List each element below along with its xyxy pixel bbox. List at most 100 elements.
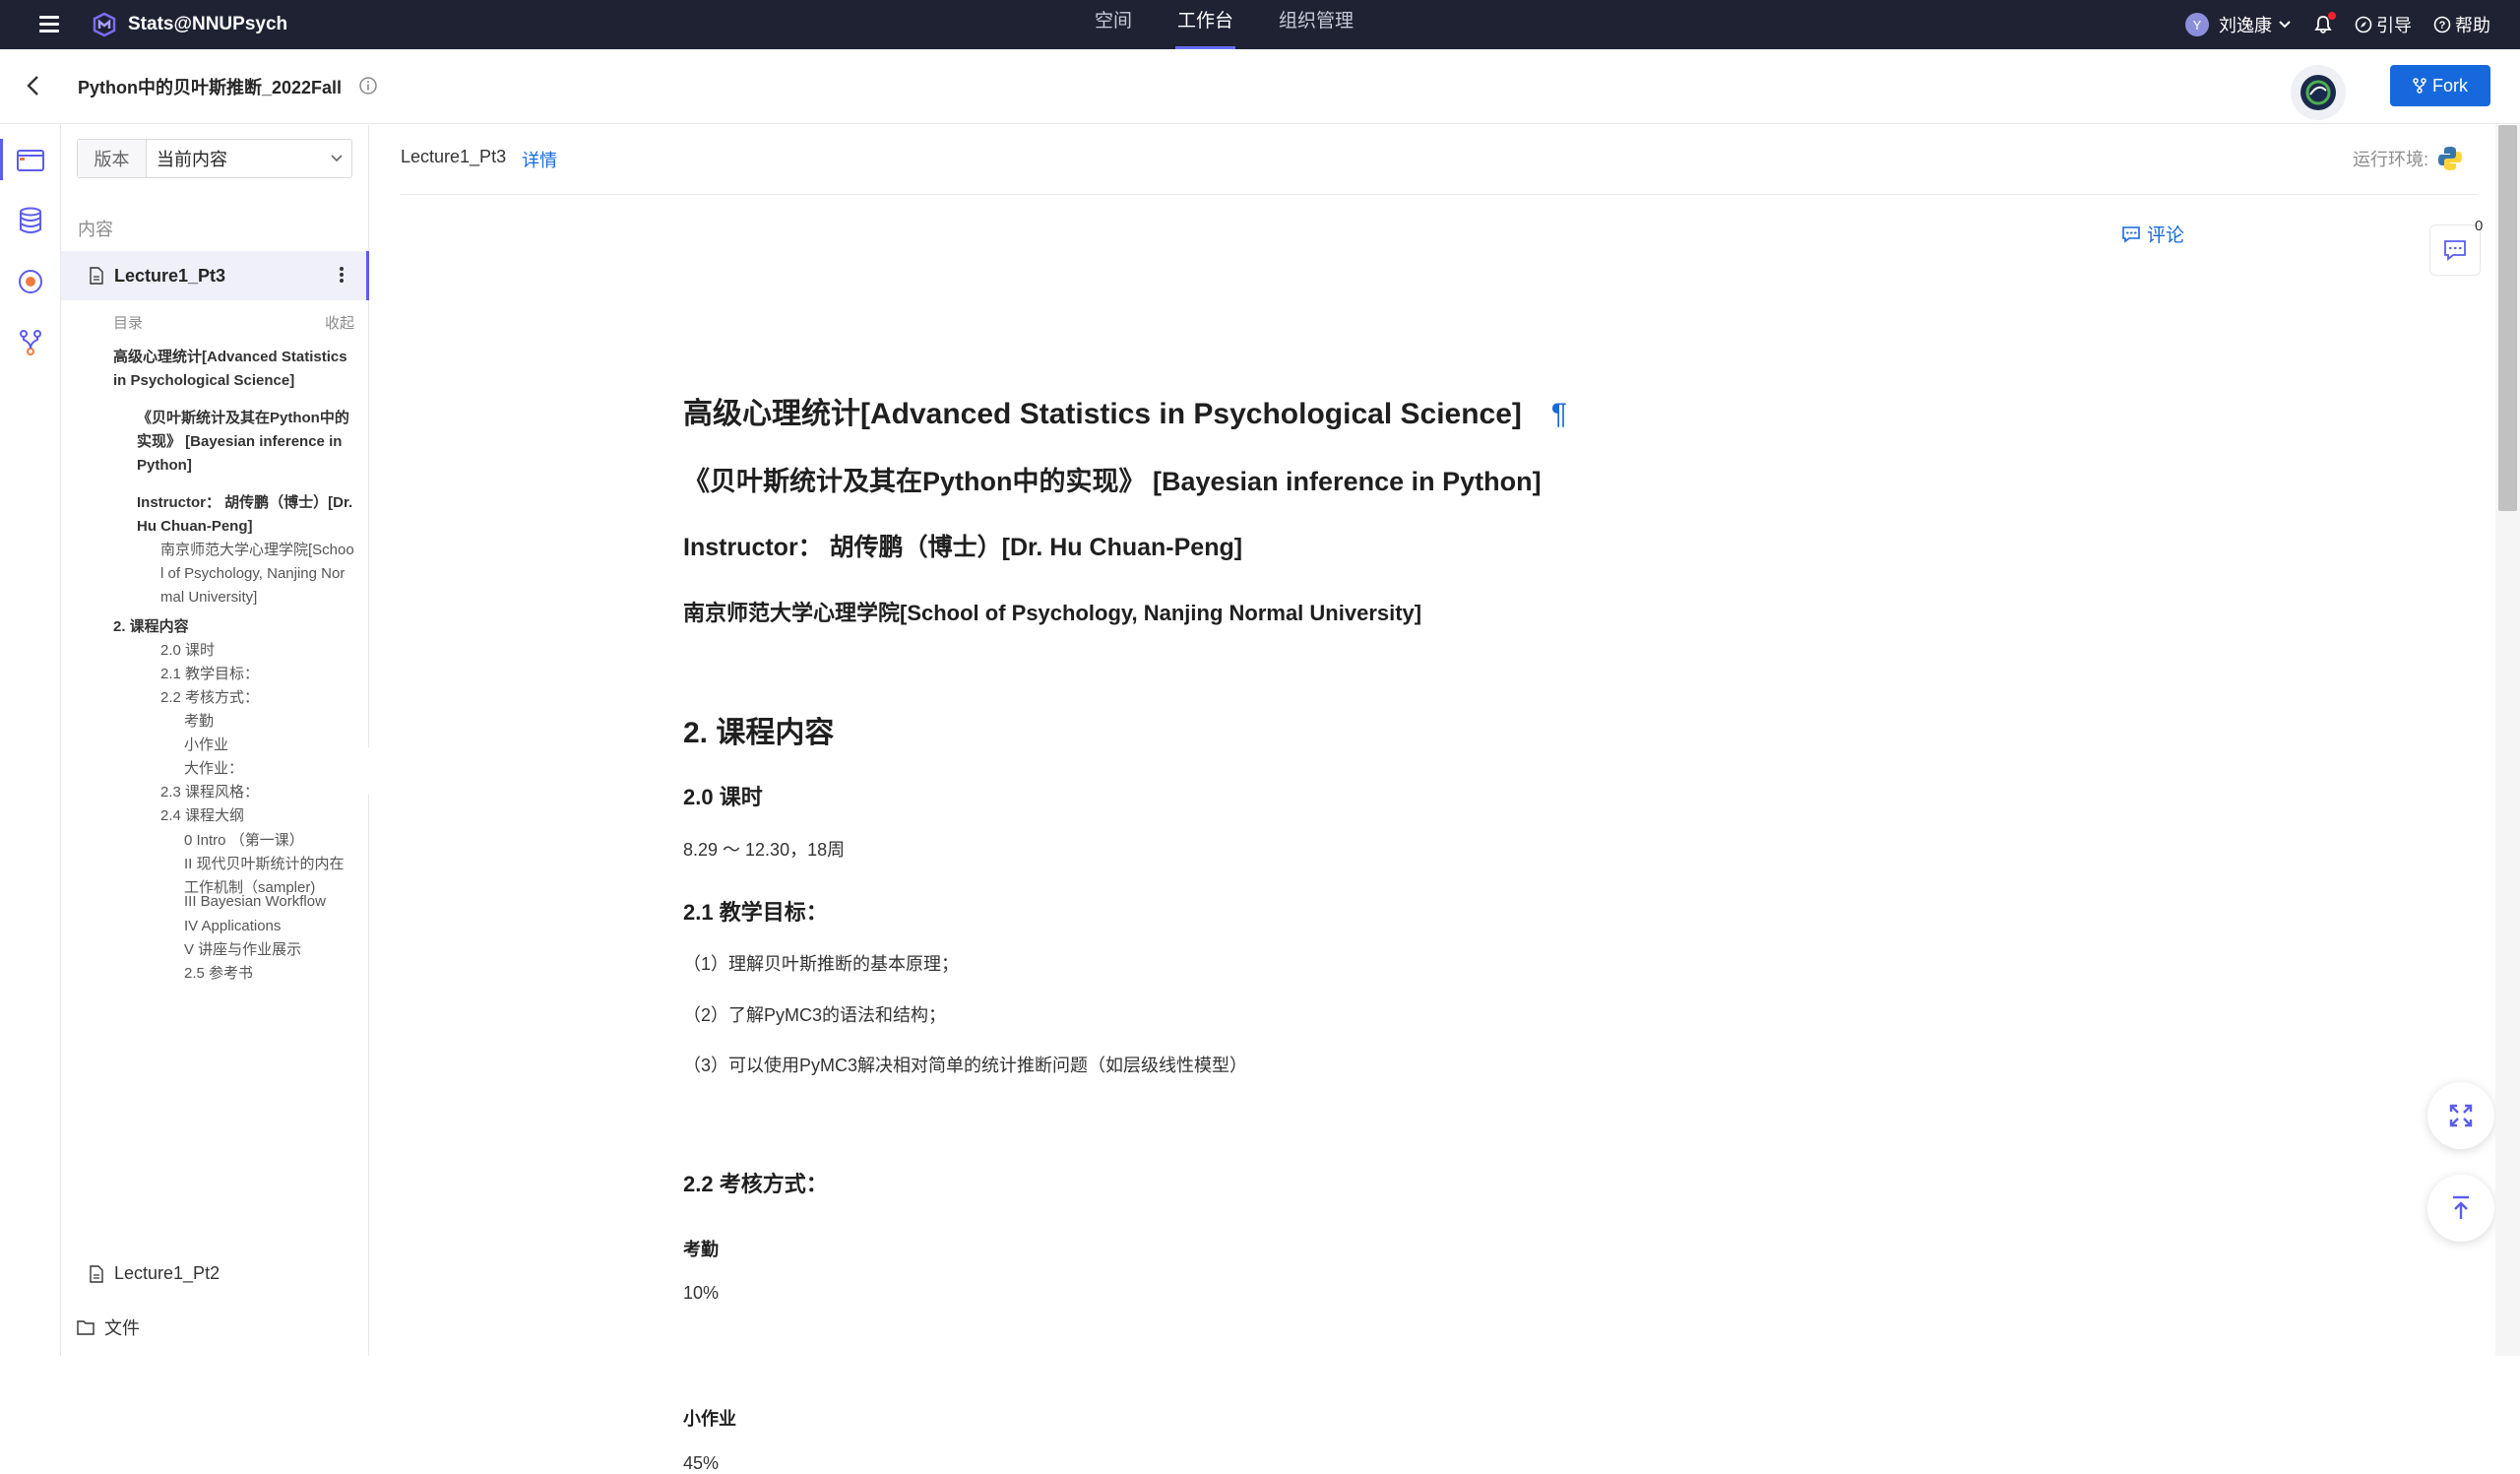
user-menu[interactable]: Y 刘逸康: [2185, 12, 2292, 37]
toc-item[interactable]: 2.1 教学目标：: [160, 663, 355, 686]
guide-label: 引导: [2376, 16, 2412, 35]
hamburger-menu-icon[interactable]: [39, 16, 63, 33]
toc-item[interactable]: 高级心理统计[Advanced Statistics in Psychologi…: [113, 346, 354, 393]
rail-versions[interactable]: [0, 312, 61, 373]
notebook-main: Lecture1_Pt3 详情 运行环境: 评论 高级心理统计[Advanced…: [369, 125, 2495, 1473]
doc-instructor: Instructor： 胡传鹏（博士）[Dr. Hu Chuan-Peng]: [683, 534, 1243, 561]
folder-icon: [17, 150, 44, 171]
toc-item[interactable]: 《贝叶斯统计及其在Python中的实现》 [Bayesian inference…: [137, 407, 355, 478]
user-name: 刘逸康: [2219, 16, 2272, 35]
toc-item[interactable]: 大作业：: [184, 757, 356, 781]
file-name: Lecture1_Pt2: [114, 1263, 220, 1283]
vertical-scrollbar[interactable]: [2495, 125, 2520, 1356]
folder-name: 文件: [104, 1318, 140, 1338]
details-link[interactable]: 详情: [522, 147, 557, 172]
more-options-icon[interactable]: [339, 265, 345, 287]
subsection-heading: 2.2 考核方式：: [683, 1172, 828, 1196]
project-logo-icon: [2300, 75, 2336, 110]
toc-item[interactable]: 2.4 课程大纲: [160, 804, 355, 828]
paragraph: 8.29 ～ 12.30，18周: [683, 840, 846, 860]
rail-files[interactable]: [0, 129, 61, 190]
minor-heading: 小作业: [683, 1409, 736, 1429]
fork-label: Fork: [2432, 75, 2468, 96]
database-icon: [20, 207, 41, 233]
rail-runtime[interactable]: [0, 251, 61, 312]
toc-item[interactable]: 0 Intro （第一课）: [184, 829, 356, 853]
paragraph: （3）可以使用PyMC3解决相对简单的统计推断问题（如层级线性模型）: [683, 1056, 1248, 1075]
toc-item[interactable]: 小作业: [184, 734, 356, 757]
toc-item[interactable]: 2.5 参考书: [184, 962, 356, 986]
chevron-down-icon: [2279, 21, 2291, 29]
toc-collapse-button[interactable]: 收起: [325, 312, 354, 333]
nav-org-management[interactable]: 组织管理: [1279, 0, 1354, 49]
divider: [401, 194, 2478, 195]
subsection-heading: 2.1 教学目标：: [683, 900, 828, 925]
guide-button[interactable]: 引导: [2355, 12, 2412, 37]
notification-bell-icon[interactable]: [2313, 12, 2336, 34]
runtime-indicator[interactable]: 运行环境:: [2353, 145, 2464, 172]
doc-title: 高级心理统计[Advanced Statistics in Psychologi…: [683, 398, 1522, 430]
file-item-active[interactable]: Lecture1_Pt3: [61, 251, 369, 300]
version-select[interactable]: 版本 当前内容: [77, 139, 352, 178]
comment-label: 评论: [2147, 225, 2185, 246]
fork-button[interactable]: Fork: [2390, 65, 2490, 106]
toc-label: 目录: [113, 315, 144, 332]
toc-item[interactable]: III Bayesian Workflow: [184, 890, 356, 914]
notification-dot: [2328, 12, 2336, 20]
toc-item[interactable]: 2. 课程内容: [113, 615, 354, 639]
toc-item[interactable]: 2.2 考核方式：: [160, 686, 355, 710]
toc-item[interactable]: 2.0 课时: [160, 639, 355, 663]
nav-space[interactable]: 空间: [1095, 0, 1132, 49]
file-icon: [90, 267, 103, 285]
toc-item[interactable]: 2.3 课程风格：: [160, 781, 355, 804]
toc-header: 目录 收起: [113, 312, 354, 333]
branch-icon: [20, 330, 41, 355]
doc-school: 南京师范大学心理学院[School of Psychology, Nanjing…: [683, 601, 1422, 625]
subsection-heading: 2.0 课时: [683, 785, 763, 809]
file-item[interactable]: Lecture1_Pt2: [89, 1263, 220, 1284]
doc-title-row: 高级心理统计[Advanced Statistics in Psychologi…: [683, 389, 1567, 432]
folder-item[interactable]: 文件: [77, 1314, 140, 1340]
arrow-up-to-top-icon: [2453, 1195, 2469, 1219]
expand-icon: [2449, 1104, 2473, 1127]
compass-icon: [2355, 16, 2372, 33]
back-arrow-icon[interactable]: [22, 73, 47, 98]
user-avatar: Y: [2185, 13, 2209, 36]
python-icon: [2438, 147, 2462, 170]
help-button[interactable]: ? 帮助: [2433, 12, 2490, 37]
project-avatar[interactable]: [2291, 65, 2346, 120]
app-title[interactable]: Stats@NNUPsych: [128, 14, 287, 35]
fullscreen-button[interactable]: [2427, 1082, 2494, 1149]
rail-datasets[interactable]: [0, 190, 61, 251]
anchor-link[interactable]: ¶: [1551, 398, 1567, 430]
project-title: Python中的贝叶斯推断_2022Fall: [78, 78, 343, 97]
project-header: Python中的贝叶斯推断_2022Fall Fork: [0, 49, 2520, 124]
runtime-label: 运行环境:: [2352, 150, 2428, 169]
toc-item[interactable]: 考勤: [184, 710, 356, 734]
paragraph: （2）了解PyMC3的语法和结构；: [683, 1005, 947, 1025]
toc-item[interactable]: Instructor： 胡传鹏（博士）[Dr. Hu Chuan-Peng]: [137, 491, 355, 539]
version-value: 当前内容: [157, 150, 227, 169]
toc-item[interactable]: 南京师范大学心理学院[School of Psychology, Nanjing…: [160, 539, 355, 609]
toc-item[interactable]: IV Applications: [184, 915, 356, 938]
nav-workbench[interactable]: 工作台: [1175, 0, 1236, 49]
back-to-top-button[interactable]: [2427, 1175, 2494, 1242]
file-icon: [90, 1264, 103, 1283]
comment-icon: [2122, 225, 2140, 243]
comment-panel-button[interactable]: [2429, 224, 2481, 276]
comment-icon: [2444, 240, 2466, 261]
left-icon-rail: [0, 125, 61, 1356]
top-nav: 空间 工作台 组织管理: [1095, 0, 1354, 49]
content-section-label: 内容: [78, 220, 113, 239]
section-heading: 2. 课程内容: [683, 717, 835, 749]
scrollbar-thumb[interactable]: [2498, 125, 2517, 511]
logo-icon: [93, 12, 116, 37]
active-file-name: Lecture1_Pt3: [114, 265, 226, 286]
info-icon[interactable]: [358, 76, 378, 96]
comment-button[interactable]: 评论: [2121, 221, 2184, 247]
minor-heading: 考勤: [683, 1240, 719, 1259]
toc-item[interactable]: V 讲座与作业展示: [184, 938, 356, 962]
version-label: 版本: [78, 140, 147, 177]
top-right-actions: Y 刘逸康 引导 ? 帮助: [2185, 0, 2490, 49]
paragraph: （1）理解贝叶斯推断的基本原理；: [683, 954, 960, 974]
